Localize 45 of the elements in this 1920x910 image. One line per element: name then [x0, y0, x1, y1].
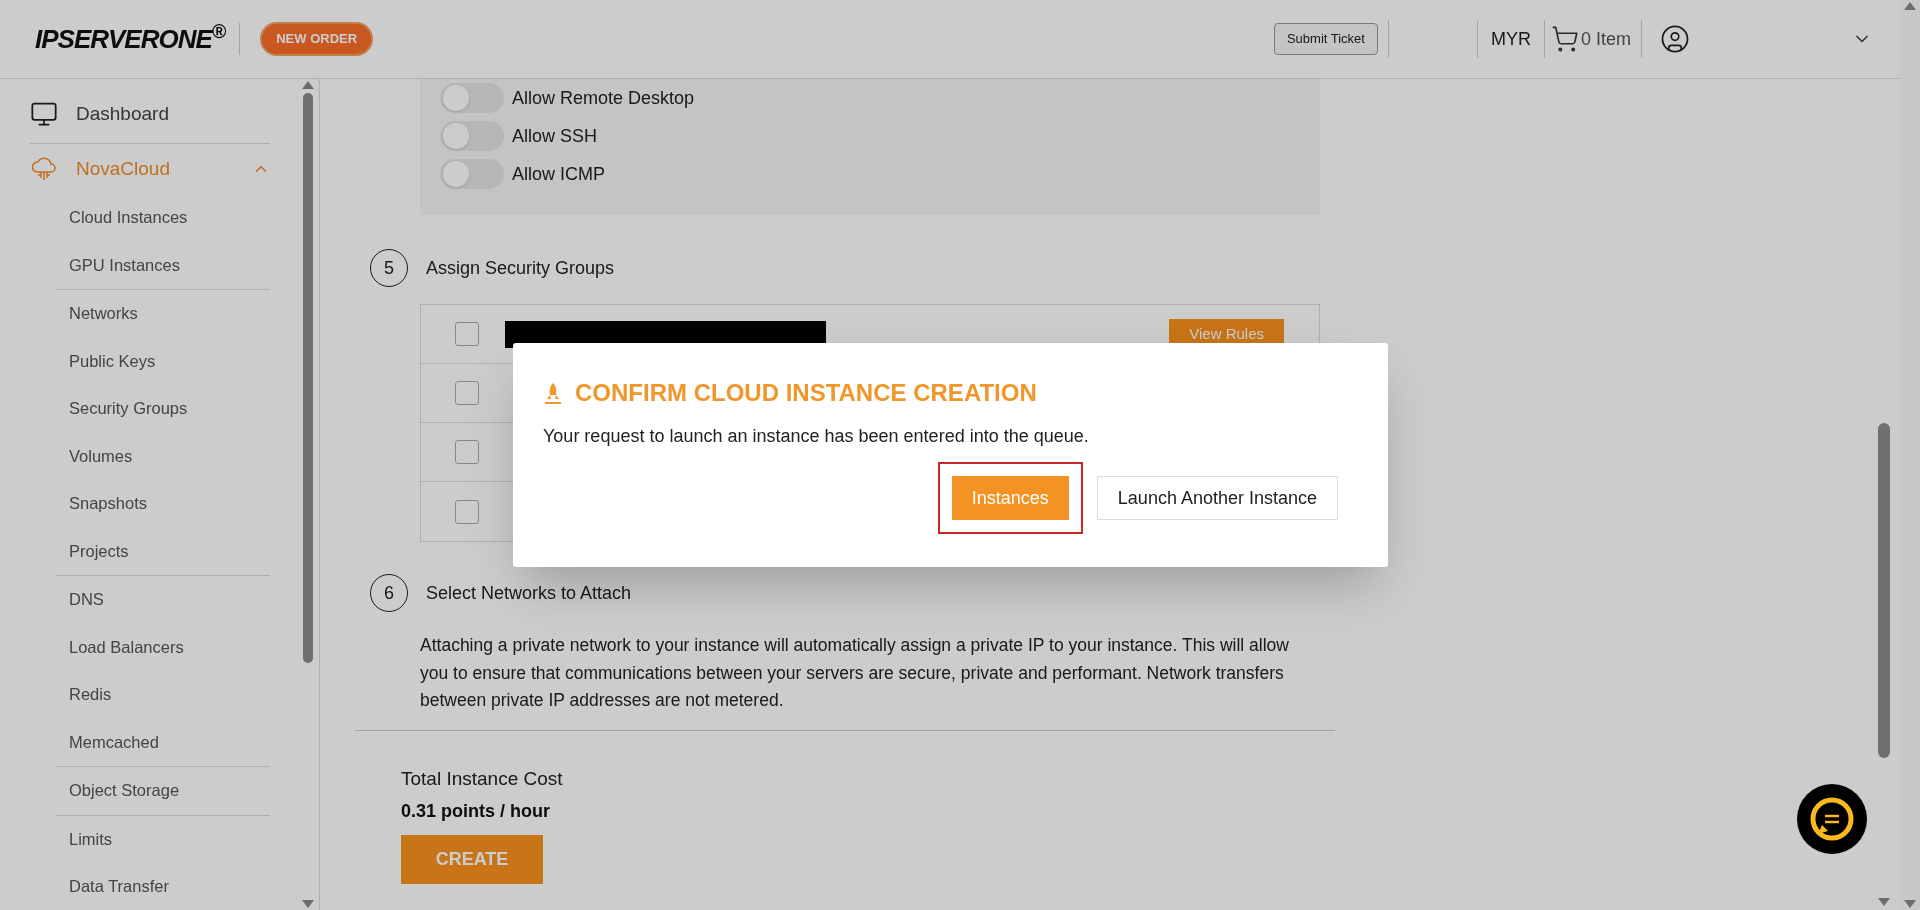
toggle-switch[interactable] — [440, 159, 504, 189]
total-cost-value: 0.31 points / hour — [401, 799, 552, 823]
cloud-icon — [30, 155, 58, 183]
sidebar-item[interactable]: Load Balancers — [56, 623, 270, 671]
currency-label[interactable]: MYR — [1490, 25, 1531, 53]
checkbox[interactable] — [455, 322, 479, 346]
networks-description: Attaching a private network to your instance will automatically assign a private IP to your instance. This will allow you to ensure that communications between your servers are secure, private and performant. Network transfers between private IP addresses are not metered. — [420, 634, 1290, 712]
dialog-title: CONFIRM CLOUD INSTANCE CREATION — [575, 378, 1037, 408]
sidebar-item[interactable]: Projects — [56, 527, 270, 575]
checkbox[interactable] — [455, 381, 479, 405]
sidebar-item[interactable]: Data Transfer — [56, 863, 270, 910]
checkbox[interactable] — [455, 440, 479, 464]
step-title: Assign Security Groups — [426, 256, 615, 280]
checkbox[interactable] — [455, 499, 479, 524]
sidebar-item[interactable]: Public Keys — [56, 337, 270, 385]
page-scrollbar[interactable] — [1900, 0, 1920, 910]
cart-link[interactable]: 0 Item — [1550, 25, 1631, 53]
toggle-switch[interactable] — [440, 83, 504, 113]
monitor-icon — [30, 100, 58, 128]
toggle-label: Allow SSH — [512, 124, 598, 148]
sidebar-item[interactable]: DNS — [56, 576, 270, 624]
step-title: Select Networks to Attach — [426, 581, 632, 605]
sidebar-item[interactable]: Networks — [56, 290, 270, 338]
submit-ticket-button[interactable]: Submit Ticket — [1273, 23, 1378, 55]
sidebar-item[interactable]: Snapshots — [56, 480, 270, 528]
toggle-switch[interactable] — [440, 121, 504, 151]
launch-another-button[interactable]: Launch Another Instance — [1096, 476, 1338, 520]
cart-icon — [1550, 25, 1579, 53]
sidebar-item[interactable]: GPU Instances — [56, 241, 270, 289]
toggle-label: Allow Remote Desktop — [512, 86, 695, 110]
sidebar-item[interactable]: Security Groups — [56, 385, 270, 433]
total-cost-label: Total Instance Cost — [401, 767, 564, 791]
dialog-message: Your request to launch an instance has been entered into the queue. — [543, 425, 1090, 448]
sidebar-link[interactable]: Dashboard — [30, 85, 270, 143]
sidebar-item[interactable]: Cloud Instances — [56, 194, 270, 242]
chat-icon — [1809, 796, 1855, 842]
sidebar-item[interactable]: Limits — [56, 815, 270, 863]
logo[interactable]: IPSERVERONE$^{®}$ — [35, 19, 226, 59]
toggle-label: Allow ICMP — [512, 162, 605, 186]
sidebar-item[interactable]: Object Storage — [56, 767, 270, 815]
sidebar-item[interactable]: Redis — [56, 671, 270, 719]
user-icon[interactable] — [1660, 24, 1690, 54]
sidebar-item[interactable]: Volumes — [56, 432, 270, 480]
rocket-icon — [543, 381, 563, 405]
sidebar-item[interactable]: Memcached — [56, 718, 270, 766]
